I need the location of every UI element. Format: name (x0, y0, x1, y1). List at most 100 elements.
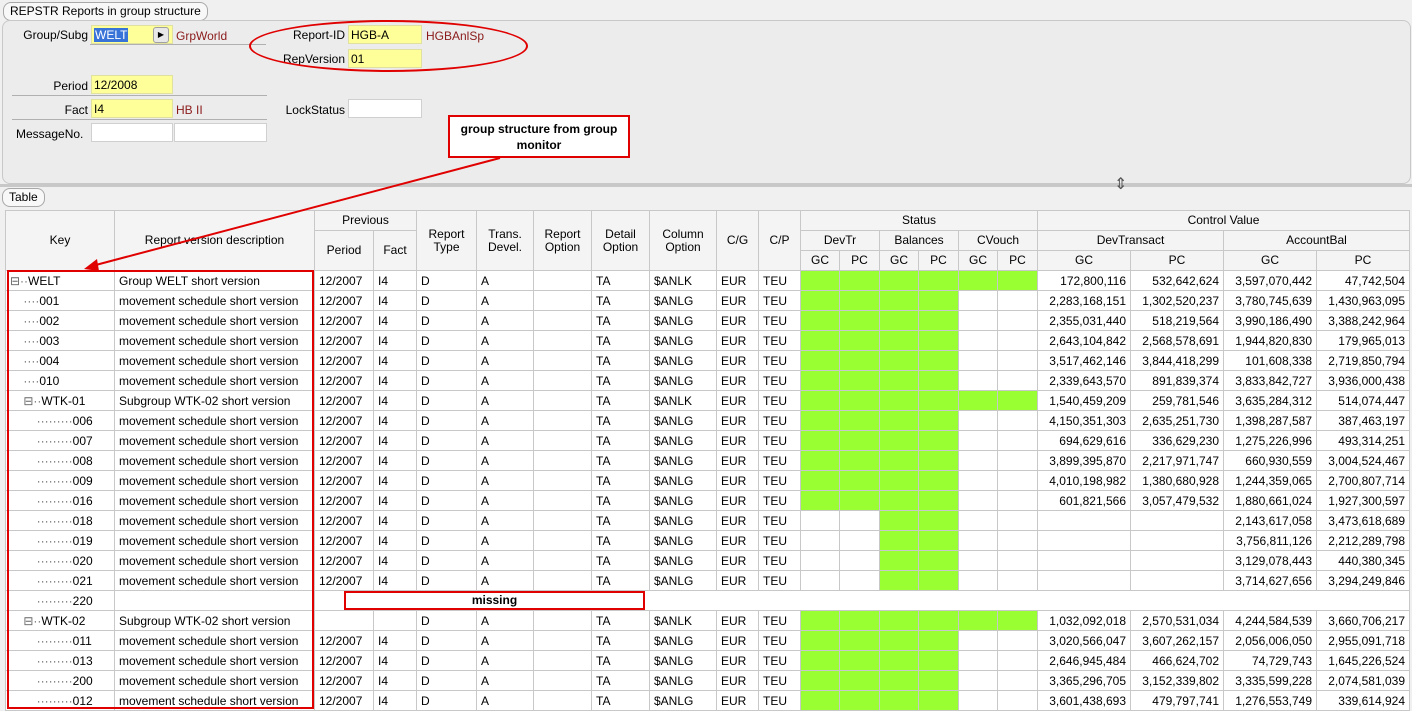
column-option-cell[interactable]: $ANLG (649, 550, 717, 571)
detail-option-cell[interactable]: TA (591, 670, 650, 691)
devtransact-gc-cell[interactable]: 1,540,459,209 (1037, 390, 1131, 411)
status-cell[interactable] (800, 430, 840, 451)
trans-devel-cell[interactable]: A (476, 330, 534, 351)
fact-cell[interactable]: I4 (373, 550, 417, 571)
status-cell[interactable] (997, 650, 1038, 671)
accountbal-pc-cell[interactable]: 47,742,504 (1316, 270, 1410, 291)
cg-cell[interactable]: EUR (716, 390, 759, 411)
devtransact-pc-cell[interactable]: 3,607,262,157 (1130, 630, 1224, 651)
accountbal-gc-cell[interactable]: 2,143,617,058 (1223, 510, 1317, 531)
period-cell[interactable]: 12/2007 (314, 430, 374, 451)
status-cell[interactable] (839, 490, 880, 511)
accountbal-gc-cell[interactable]: 74,729,743 (1223, 650, 1317, 671)
status-cell[interactable] (879, 470, 919, 491)
status-cell[interactable] (997, 430, 1038, 451)
status-cell[interactable] (918, 350, 959, 371)
status-cell[interactable] (800, 530, 840, 551)
detail-option-cell[interactable]: TA (591, 410, 650, 431)
status-cell[interactable] (879, 310, 919, 331)
report-option-cell[interactable] (533, 350, 592, 371)
accountbal-gc-cell[interactable]: 3,714,627,656 (1223, 570, 1317, 591)
header-cg[interactable]: C/G (716, 210, 759, 271)
status-cell[interactable] (879, 610, 919, 631)
header-trans-devel[interactable]: Trans. Devel. (476, 210, 534, 271)
cg-cell[interactable]: EUR (716, 690, 759, 711)
header-pc[interactable]: PC (997, 250, 1038, 271)
status-cell[interactable] (997, 450, 1038, 471)
status-cell[interactable] (958, 430, 998, 451)
report-option-cell[interactable] (533, 550, 592, 571)
period-cell[interactable]: 12/2007 (314, 410, 374, 431)
lock-status-input[interactable] (348, 99, 422, 118)
status-cell[interactable] (918, 410, 959, 431)
accountbal-pc-cell[interactable]: 2,955,091,718 (1316, 630, 1410, 651)
status-cell[interactable] (839, 470, 880, 491)
column-option-cell[interactable]: $ANLK (649, 390, 717, 411)
trans-devel-cell[interactable]: A (476, 570, 534, 591)
status-cell[interactable] (839, 630, 880, 651)
report-type-cell[interactable]: D (416, 330, 477, 351)
period-cell[interactable]: 12/2007 (314, 510, 374, 531)
status-cell[interactable] (800, 570, 840, 591)
status-cell[interactable] (800, 310, 840, 331)
cp-cell[interactable]: TEU (758, 410, 801, 431)
header-column-option[interactable]: Column Option (649, 210, 717, 271)
status-cell[interactable] (958, 650, 998, 671)
status-cell[interactable] (997, 690, 1038, 711)
header-pc[interactable]: PC (1130, 250, 1224, 271)
report-type-cell[interactable]: D (416, 690, 477, 711)
status-cell[interactable] (839, 270, 880, 291)
detail-option-cell[interactable]: TA (591, 650, 650, 671)
fact-input[interactable]: I4 (91, 99, 173, 118)
status-cell[interactable] (839, 330, 880, 351)
column-option-cell[interactable]: $ANLG (649, 630, 717, 651)
report-option-cell[interactable] (533, 470, 592, 491)
report-option-cell[interactable] (533, 530, 592, 551)
accountbal-gc-cell[interactable]: 1,398,287,587 (1223, 410, 1317, 431)
column-option-cell[interactable]: $ANLK (649, 270, 717, 291)
devtransact-gc-cell[interactable]: 3,601,438,693 (1037, 690, 1131, 711)
status-cell[interactable] (879, 670, 919, 691)
trans-devel-cell[interactable]: A (476, 310, 534, 331)
fact-cell[interactable]: I4 (373, 450, 417, 471)
status-cell[interactable] (958, 610, 998, 631)
status-cell[interactable] (958, 630, 998, 651)
accountbal-pc-cell[interactable]: 179,965,013 (1316, 330, 1410, 351)
cp-cell[interactable]: TEU (758, 670, 801, 691)
devtransact-gc-cell[interactable]: 694,629,616 (1037, 430, 1131, 451)
detail-option-cell[interactable]: TA (591, 550, 650, 571)
cg-cell[interactable]: EUR (716, 350, 759, 371)
status-cell[interactable] (879, 570, 919, 591)
report-type-cell[interactable]: D (416, 470, 477, 491)
column-option-cell[interactable]: $ANLG (649, 530, 717, 551)
detail-option-cell[interactable]: TA (591, 510, 650, 531)
detail-option-cell[interactable]: TA (591, 450, 650, 471)
status-cell[interactable] (958, 270, 998, 291)
cg-cell[interactable]: EUR (716, 630, 759, 651)
status-cell[interactable] (958, 530, 998, 551)
trans-devel-cell[interactable]: A (476, 690, 534, 711)
fact-cell[interactable]: I4 (373, 350, 417, 371)
status-cell[interactable] (879, 410, 919, 431)
detail-option-cell[interactable]: TA (591, 690, 650, 711)
status-cell[interactable] (800, 630, 840, 651)
column-option-cell[interactable]: $ANLG (649, 410, 717, 431)
report-option-cell[interactable] (533, 270, 592, 291)
devtransact-pc-cell[interactable]: 1,380,680,928 (1130, 470, 1224, 491)
accountbal-pc-cell[interactable]: 2,212,289,798 (1316, 530, 1410, 551)
fact-cell[interactable]: I4 (373, 570, 417, 591)
cp-cell[interactable]: TEU (758, 630, 801, 651)
status-cell[interactable] (918, 310, 959, 331)
period-cell[interactable]: 12/2007 (314, 530, 374, 551)
report-type-cell[interactable]: D (416, 510, 477, 531)
devtransact-gc-cell[interactable]: 3,365,296,705 (1037, 670, 1131, 691)
cp-cell[interactable]: TEU (758, 450, 801, 471)
fact-cell[interactable]: I4 (373, 490, 417, 511)
status-cell[interactable] (879, 510, 919, 531)
status-cell[interactable] (839, 430, 880, 451)
devtransact-pc-cell[interactable]: 2,570,531,034 (1130, 610, 1224, 631)
report-option-cell[interactable] (533, 450, 592, 471)
status-cell[interactable] (958, 470, 998, 491)
status-cell[interactable] (839, 350, 880, 371)
column-option-cell[interactable]: $ANLG (649, 510, 717, 531)
